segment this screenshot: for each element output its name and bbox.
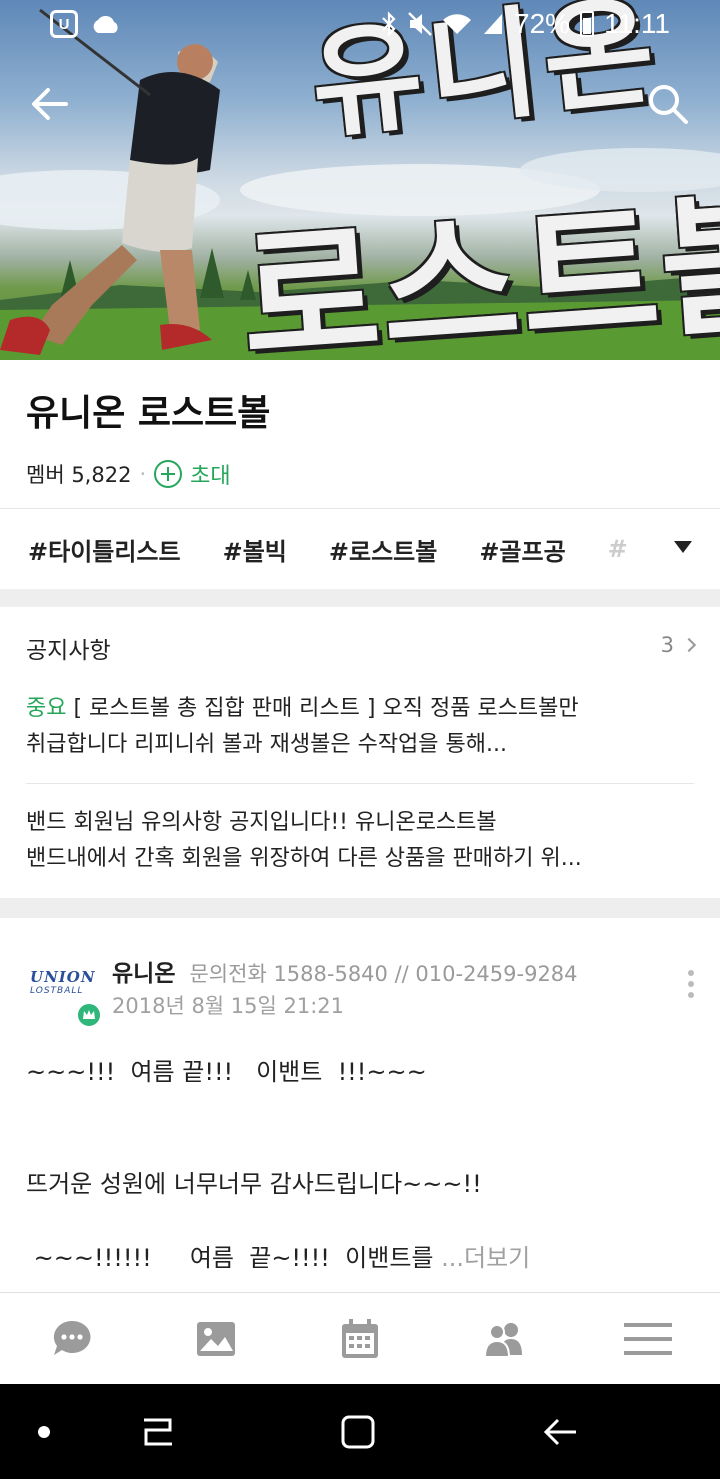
recent-apps-icon[interactable]: [138, 1412, 178, 1452]
notice-item[interactable]: 중요 [ 로스트볼 총 집합 판매 리스트 ] 오직 정품 로스트볼만 취급합니…: [26, 691, 694, 763]
home-button-icon[interactable]: [338, 1412, 378, 1452]
bluetooth-icon: [382, 11, 396, 37]
bottom-tab-bar: [0, 1292, 720, 1384]
back-nav-icon[interactable]: [540, 1412, 580, 1452]
avatar-logo-subtext: LOSTBALL: [30, 986, 84, 996]
status-bar: U 72% 11:11: [0, 0, 720, 50]
hashtag-bar: #타이틀리스트 #볼빅 #로스트볼 #골프공 #: [0, 509, 720, 589]
post-card: UNION LOSTBALL 유니온 문의전화 1588-5840 // 010-…: [0, 918, 720, 1292]
post-text-line: 뜨거운 성원에 너무너무 감사드립니다~~~!!: [26, 1170, 482, 1198]
notice-line: [ 로스트볼 총 집합 판매 리스트 ] 오직 정품 로스트볼만: [66, 696, 579, 721]
post-date: 2018년 8월 15일 21:21: [112, 994, 345, 1018]
band-meta: 멤버 5,822 · 초대: [26, 458, 694, 490]
post-text-line: ~~~!!!!!! 여름 끝~!!!! 이밴트를: [26, 1244, 442, 1272]
calendar-icon[interactable]: [338, 1317, 382, 1361]
avatar-logo-text: UNION: [30, 968, 96, 986]
tag-item[interactable]: #볼빅: [223, 532, 287, 567]
plus-circle-icon: [154, 460, 183, 488]
post-text-line: ~~~!!! 여름 끝!!! 이밴트 !!!~~~: [26, 1058, 427, 1086]
read-more-link[interactable]: ...더보기: [441, 1244, 530, 1272]
system-nav-bar: [0, 1384, 720, 1479]
tag-item[interactable]: #골프공: [479, 532, 565, 567]
nav-dot-icon[interactable]: [38, 1426, 50, 1438]
carrier-badge: U: [50, 10, 78, 38]
tag-item[interactable]: #: [608, 535, 628, 563]
tag-item[interactable]: #로스트볼: [329, 532, 437, 567]
crown-icon: [76, 1002, 102, 1028]
wifi-icon: [443, 14, 472, 34]
battery-percent: 72%: [514, 8, 571, 39]
notice-line: 밴드 회원님 유의사항 공지입니다!! 유니온로스트볼: [26, 810, 497, 835]
notice-line: 취급합니다 리피니쉬 볼과 재생볼은 수작업을 통해...: [26, 732, 507, 757]
battery-icon: [580, 11, 595, 37]
tag-item[interactable]: #타이틀리스트: [28, 532, 181, 567]
chevron-right-icon: [681, 637, 697, 653]
invite-button[interactable]: 초대: [154, 458, 231, 490]
expand-tags-icon[interactable]: [674, 541, 692, 553]
cloud-icon: [93, 15, 118, 33]
section-gap: [0, 589, 720, 607]
notice-section: 공지사항 3 중요 [ 로스트볼 총 집합 판매 리스트 ] 오직 정품 로스트…: [0, 607, 720, 897]
mute-icon: [408, 12, 432, 36]
section-gap: [0, 898, 720, 918]
meta-separator: ·: [139, 462, 147, 486]
post-author[interactable]: 유니온: [112, 961, 175, 987]
more-options-icon[interactable]: [688, 970, 696, 1002]
chat-icon[interactable]: [50, 1317, 94, 1361]
divider: [26, 783, 694, 784]
notice-count: 3: [660, 633, 674, 657]
notice-title[interactable]: 공지사항: [26, 631, 111, 665]
band-name: 유니온 로스트볼: [26, 393, 271, 434]
post-author-desc: 문의전화 1588-5840 // 010-2459-9284: [189, 962, 578, 986]
back-arrow-icon[interactable]: [28, 82, 72, 126]
status-time: 11:11: [604, 8, 670, 39]
band-cover: 유니온 로스트볼 U 72% 11:11: [0, 0, 720, 360]
avatar[interactable]: UNION LOSTBALL: [26, 950, 102, 1028]
post-text-last: ~~~!!!!!! 여름 끝~!!!! 이밴트를 ...더보기: [26, 1238, 531, 1273]
invite-label: 초대: [190, 464, 231, 489]
members-icon[interactable]: [482, 1317, 526, 1361]
menu-icon[interactable]: [622, 1317, 674, 1361]
notice-item[interactable]: 밴드 회원님 유의사항 공지입니다!! 유니온로스트볼 밴드내에서 간혹 회원을…: [26, 805, 694, 877]
member-count[interactable]: 멤버 5,822: [26, 459, 131, 489]
signal-icon: [484, 14, 503, 34]
post-author-line: 유니온 문의전화 1588-5840 // 010-2459-9284: [112, 954, 578, 988]
notice-line: 밴드내에서 간혹 회원을 위장하여 다른 상품을 판매하기 위...: [26, 846, 582, 871]
notice-count-link[interactable]: 3: [660, 633, 697, 657]
important-badge: 중요: [26, 696, 67, 721]
band-info: 유니온 로스트볼 멤버 5,822 · 초대: [0, 360, 720, 508]
photo-icon[interactable]: [194, 1317, 238, 1361]
search-icon[interactable]: [646, 82, 690, 126]
